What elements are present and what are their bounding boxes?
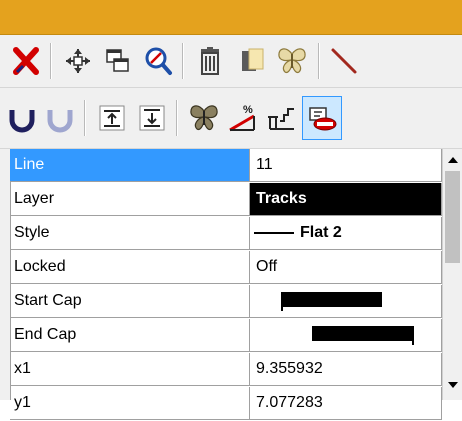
copy-window-button[interactable] <box>98 39 138 83</box>
percent-grade-icon: % <box>229 104 255 132</box>
butterfly-button[interactable] <box>272 39 312 83</box>
title-bar <box>0 0 462 35</box>
scroll-down-button[interactable] <box>443 376 462 396</box>
redo-icon <box>47 110 73 133</box>
track-label-icon <box>309 107 337 131</box>
style-line-preview <box>254 232 294 234</box>
butterfly-dark-button[interactable] <box>184 96 224 140</box>
align-down-button[interactable] <box>132 96 172 140</box>
trash-icon <box>201 47 219 75</box>
property-name: y1 <box>10 387 250 420</box>
property-value[interactable]: 11 <box>250 149 442 182</box>
toolbar-row-1 <box>0 35 462 88</box>
property-value[interactable]: 9.355932 <box>250 353 442 386</box>
end-cap-preview <box>312 325 414 345</box>
line-tool-button[interactable] <box>324 39 364 83</box>
move-button[interactable] <box>58 39 98 83</box>
gradient-steps-icon <box>268 108 294 130</box>
svg-text:%: % <box>243 104 253 116</box>
property-value[interactable]: Tracks <box>250 183 442 216</box>
align-down-icon <box>139 105 165 131</box>
zoom-button[interactable] <box>138 39 178 83</box>
toolbar-separator <box>318 43 320 79</box>
zoom-icon <box>145 47 172 75</box>
butterfly-icon <box>278 48 306 74</box>
start-cap-preview <box>281 291 382 311</box>
butterfly-dark-icon <box>190 105 218 131</box>
property-row-x1[interactable]: x1 9.355932 <box>0 353 442 387</box>
align-up-button[interactable] <box>92 96 132 140</box>
property-name: Locked <box>10 251 250 284</box>
gradient-steps-button[interactable] <box>262 96 302 140</box>
property-name: Layer <box>10 183 250 216</box>
redo-button[interactable] <box>40 96 80 140</box>
copy-window-icon <box>106 49 129 72</box>
line-tool-icon <box>331 48 357 74</box>
undo-icon <box>9 110 35 133</box>
scroll-up-button[interactable] <box>443 149 462 169</box>
property-row-locked[interactable]: Locked Off <box>0 251 442 285</box>
property-row-line[interactable]: Line 11 <box>0 149 442 183</box>
layer-copy-icon <box>242 48 264 71</box>
align-up-icon <box>99 105 125 131</box>
property-name: Start Cap <box>10 285 250 318</box>
toolbar-separator <box>182 43 184 79</box>
property-value[interactable]: Off <box>250 251 442 284</box>
property-name: Line <box>10 149 250 182</box>
property-name: x1 <box>10 353 250 386</box>
scroll-down-arrow-icon <box>447 382 458 388</box>
undo-button[interactable] <box>2 96 42 140</box>
property-value[interactable]: 7.077283 <box>250 387 442 420</box>
track-label-button[interactable] <box>302 96 342 140</box>
toolbar-separator <box>176 100 178 136</box>
property-row-start-cap[interactable]: Start Cap <box>0 285 442 319</box>
layer-copy-button[interactable] <box>232 39 272 83</box>
toolbar-separator <box>84 100 86 136</box>
property-row-style[interactable]: Style Flat 2 <box>0 217 442 251</box>
style-label: Flat 2 <box>300 224 342 241</box>
toolbar-separator <box>50 43 52 79</box>
property-row-end-cap[interactable]: End Cap <box>0 319 442 353</box>
property-grid: Line 11 Layer Tracks Style Flat 2 Locked… <box>0 149 462 420</box>
property-row-y1[interactable]: y1 7.077283 <box>0 387 442 421</box>
delete-x-icon <box>13 47 39 75</box>
property-value[interactable] <box>250 319 442 352</box>
scrollbar-thumb[interactable] <box>445 171 460 263</box>
trash-button[interactable] <box>190 39 230 83</box>
scroll-up-arrow-icon <box>447 157 458 163</box>
property-name: Style <box>10 217 250 250</box>
property-name: End Cap <box>10 319 250 352</box>
property-value[interactable] <box>250 285 442 318</box>
property-row-layer[interactable]: Layer Tracks <box>0 183 442 217</box>
move-icon <box>66 49 90 73</box>
toolbar-row-2: % <box>0 88 462 149</box>
vertical-scrollbar[interactable] <box>442 149 462 400</box>
property-value[interactable]: Flat 2 <box>250 217 442 250</box>
percent-grade-button[interactable]: % <box>222 96 262 140</box>
delete-button[interactable] <box>6 39 46 83</box>
